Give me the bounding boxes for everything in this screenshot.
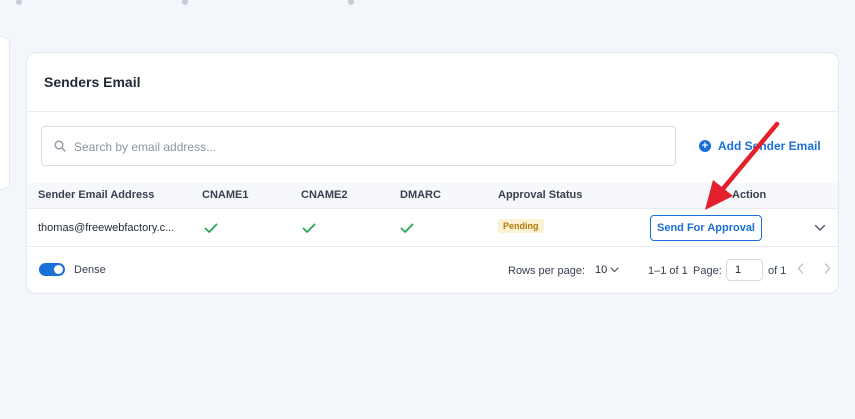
page-total: of 1	[768, 265, 787, 277]
table-footer: Dense Rows per page: 10 1–1 of 1 Page: o…	[27, 247, 838, 293]
plus-circle-icon: +	[699, 140, 711, 152]
status-badge: Pending	[498, 219, 544, 233]
column-header-cname2[interactable]: CNAME2	[301, 189, 347, 201]
dense-toggle[interactable]	[39, 263, 65, 276]
side-panel-edge	[0, 36, 10, 190]
add-sender-email-button[interactable]: + Add Sender Email	[699, 139, 821, 153]
search-input[interactable]	[72, 127, 666, 167]
send-for-approval-button[interactable]: Send For Approval	[650, 215, 762, 241]
rows-per-page-value: 10	[595, 264, 608, 276]
chevron-down-icon	[610, 267, 619, 273]
toggle-knob	[54, 265, 63, 274]
page-number-input[interactable]	[726, 259, 763, 281]
cname1-check-icon	[204, 223, 218, 233]
column-header-action: Action	[732, 189, 767, 201]
column-header-sender-email[interactable]: Sender Email Address	[38, 189, 154, 201]
search-field[interactable]	[41, 126, 676, 167]
dense-label: Dense	[74, 264, 106, 276]
previous-page-icon[interactable]	[797, 263, 804, 274]
cname2-check-icon	[302, 223, 316, 233]
chevron-down-icon[interactable]	[814, 224, 826, 232]
rows-per-page-select[interactable]: 10	[595, 264, 619, 276]
top-partial-header	[16, 0, 514, 8]
search-icon	[54, 140, 66, 152]
table-header: Sender Email Address CNAME1 CNAME2 DMARC…	[27, 183, 838, 209]
add-sender-email-label: Add Sender Email	[718, 139, 821, 153]
dmarc-check-icon	[400, 223, 414, 233]
page-label: Page:	[693, 265, 722, 277]
pagination-range: 1–1 of 1	[648, 265, 688, 277]
column-header-dmarc[interactable]: DMARC	[400, 189, 441, 201]
column-header-approval-status[interactable]: Approval Status	[498, 189, 582, 201]
table-row[interactable]: thomas@freewebfactory.c... Pending Send …	[27, 209, 838, 247]
next-page-icon[interactable]	[824, 263, 831, 274]
senders-email-card: Senders Email + Add Sender Email Sender …	[26, 52, 839, 294]
rows-per-page-label: Rows per page:	[508, 265, 586, 277]
column-header-cname1[interactable]: CNAME1	[202, 189, 248, 201]
sender-email-cell: thomas@freewebfactory.c...	[38, 222, 175, 234]
card-title: Senders Email	[44, 74, 141, 90]
card-header	[27, 53, 838, 112]
